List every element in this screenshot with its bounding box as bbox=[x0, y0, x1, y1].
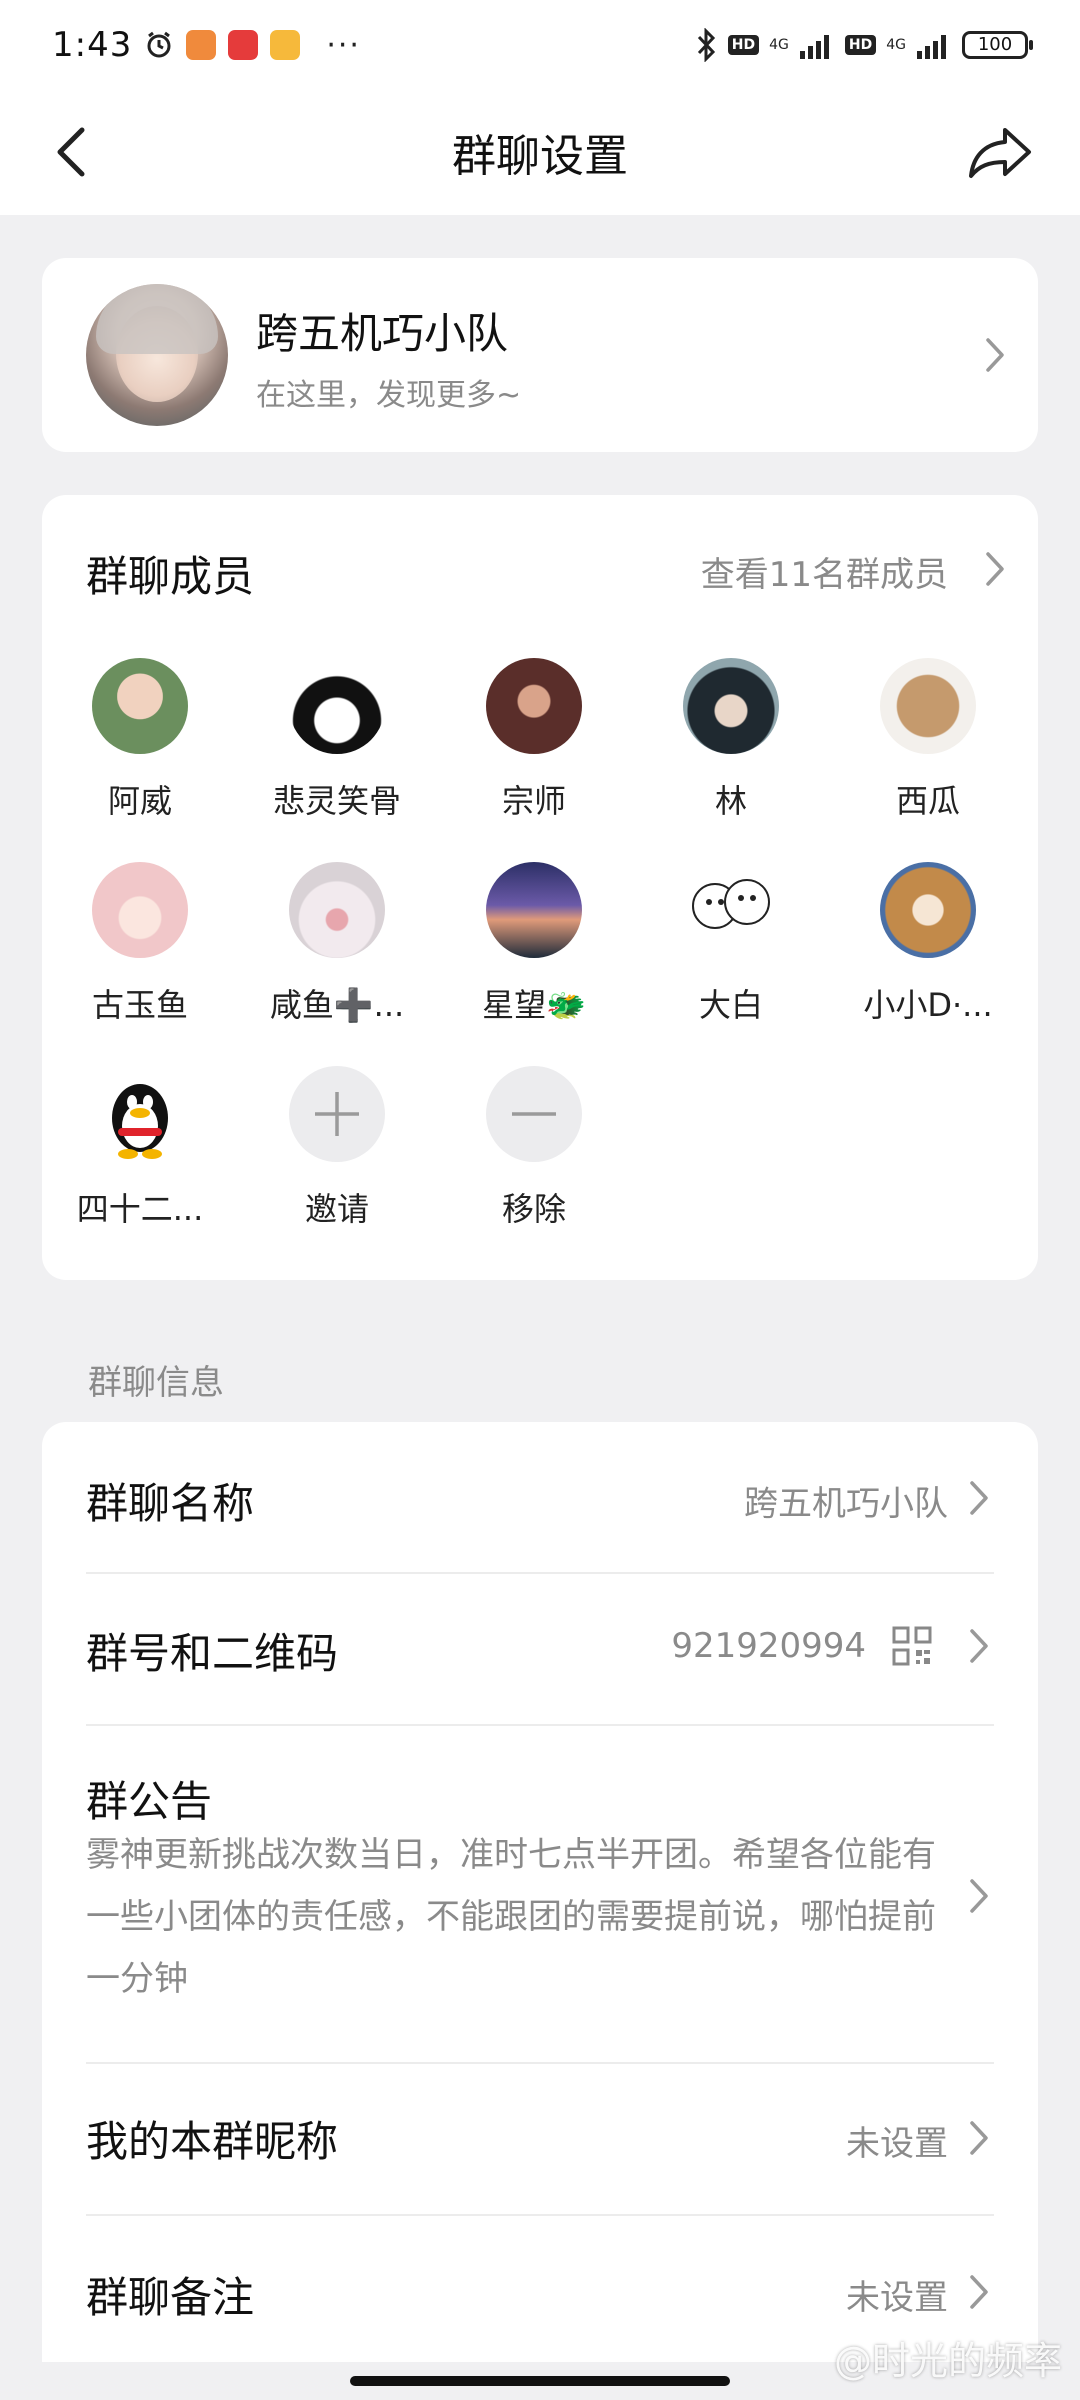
member-name: 林 bbox=[714, 782, 747, 820]
member-avatar bbox=[880, 658, 976, 754]
member-avatar bbox=[92, 862, 188, 958]
member-avatar bbox=[683, 658, 779, 754]
network-type: 4G bbox=[769, 37, 789, 53]
row-title: 群号和二维码 bbox=[86, 1629, 339, 1678]
member-avatar bbox=[683, 862, 779, 958]
member-item[interactable]: 西瓜 bbox=[830, 658, 1026, 820]
bluetooth-icon bbox=[697, 28, 715, 62]
member-avatar bbox=[289, 862, 385, 958]
member-item[interactable]: 林 bbox=[633, 658, 829, 820]
hd-badge: HD bbox=[727, 35, 760, 55]
home-indicator[interactable] bbox=[350, 2376, 730, 2386]
member-item[interactable]: 大白 bbox=[633, 862, 829, 1024]
member-name: 小小D·... bbox=[863, 986, 993, 1024]
chevron-right-icon bbox=[980, 333, 1010, 377]
chevron-right-icon bbox=[964, 1476, 994, 1520]
view-all-members-link[interactable]: 查看11名群成员 bbox=[701, 547, 948, 596]
member-name: 四十二... bbox=[76, 1190, 204, 1228]
app-notification-icon bbox=[186, 30, 217, 60]
chevron-right-icon bbox=[964, 1624, 994, 1668]
group-subtitle: 在这里，发现更多~ bbox=[256, 378, 522, 413]
member-item[interactable]: 四十二... bbox=[42, 1066, 238, 1228]
remove-icon bbox=[486, 1066, 582, 1162]
remove-label: 移除 bbox=[501, 1190, 566, 1228]
member-item[interactable]: 悲灵笑骨 bbox=[239, 658, 435, 820]
member-item[interactable]: 阿威 bbox=[42, 658, 238, 820]
member-avatar bbox=[880, 862, 976, 958]
member-item[interactable]: 古玉鱼 bbox=[42, 862, 238, 1024]
announcement-text: 雾神更新挑战次数当日，准时七点半开团。希望各位能有一些小团体的责任感，不能跟团的… bbox=[86, 1835, 936, 1999]
status-right: HD 4G HD 4G 100 bbox=[696, 28, 1033, 62]
row-title: 群聊名称 bbox=[86, 1479, 255, 1528]
page-title: 群聊设置 bbox=[452, 131, 628, 182]
my-nickname-row[interactable]: 我的本群昵称 未设置 bbox=[86, 2064, 994, 2214]
member-item[interactable]: 宗师 bbox=[436, 658, 632, 820]
signal-icon bbox=[917, 35, 946, 59]
row-value: 未设置 bbox=[846, 2124, 948, 2164]
add-icon bbox=[289, 1066, 385, 1162]
network-type: 4G bbox=[886, 37, 906, 53]
row-title: 群聊备注 bbox=[86, 2273, 255, 2322]
member-name: 星望🐲 bbox=[482, 986, 586, 1024]
group-number: 921920994 bbox=[671, 1626, 866, 1666]
share-icon bbox=[969, 128, 1031, 178]
member-avatar bbox=[486, 862, 582, 958]
status-left: 1:43 ··· bbox=[52, 25, 361, 65]
watermark: @时光的频率 bbox=[833, 2339, 1062, 2383]
member-name: 咸鱼➕... bbox=[269, 986, 405, 1024]
section-label: 群聊信息 bbox=[88, 1363, 224, 1403]
group-profile-card[interactable]: 跨五机巧小队 在这里，发现更多~ bbox=[42, 258, 1038, 452]
remove-button[interactable]: 移除 bbox=[436, 1066, 632, 1228]
chevron-right-icon bbox=[964, 1874, 994, 1918]
invite-button[interactable]: 邀请 bbox=[239, 1066, 435, 1228]
member-name: 古玉鱼 bbox=[91, 986, 188, 1024]
group-number-row[interactable]: 群号和二维码 921920994 bbox=[86, 1574, 994, 1724]
battery-icon: 100 bbox=[962, 31, 1033, 59]
invite-label: 邀请 bbox=[304, 1190, 369, 1228]
share-button[interactable] bbox=[960, 112, 1040, 192]
group-avatar bbox=[86, 284, 228, 426]
signal-icon bbox=[799, 35, 829, 59]
member-avatar bbox=[486, 658, 582, 754]
member-name: 大白 bbox=[698, 986, 763, 1024]
group-name: 跨五机巧小队 bbox=[256, 309, 509, 358]
member-name: 悲灵笑骨 bbox=[272, 782, 401, 820]
chevron-right-icon bbox=[964, 2270, 994, 2314]
member-item[interactable]: 咸鱼➕... bbox=[239, 862, 435, 1024]
announcement-row[interactable]: 群公告 雾神更新挑战次数当日，准时七点半开团。希望各位能有一些小团体的责任感，不… bbox=[86, 1726, 994, 2062]
group-info-card: 群聊名称 跨五机巧小队 群号和二维码 921920994 群公告 雾神更新挑战次… bbox=[42, 1422, 1038, 2362]
chevron-right-icon bbox=[964, 2116, 994, 2160]
alarm-icon bbox=[147, 31, 171, 58]
nav-bar: 群聊设置 bbox=[0, 90, 1080, 215]
row-title: 我的本群昵称 bbox=[86, 2117, 339, 2166]
app-notification-icon bbox=[228, 30, 259, 60]
member-name: 阿威 bbox=[107, 782, 172, 820]
group-name-row[interactable]: 群聊名称 跨五机巧小队 bbox=[86, 1422, 994, 1572]
page: 1:43 ··· HD 4G HD 4G 100 群聊设置 跨五机巧小队 在这里… bbox=[0, 0, 1080, 2400]
hd-badge: HD bbox=[844, 35, 877, 55]
member-item[interactable]: 星望🐲 bbox=[436, 862, 632, 1024]
app-notification-icon bbox=[270, 30, 301, 60]
qr-code-icon[interactable] bbox=[892, 1626, 932, 1670]
more-notifications-icon: ··· bbox=[326, 27, 361, 63]
member-name: 西瓜 bbox=[895, 782, 960, 820]
member-avatar bbox=[92, 658, 188, 754]
members-card: 群聊成员 查看11名群成员 阿威 悲灵笑骨 宗师 林 西瓜 古玉鱼 咸鱼➕...… bbox=[42, 495, 1038, 1280]
member-avatar bbox=[92, 1066, 188, 1162]
row-value: 未设置 bbox=[846, 2278, 948, 2318]
member-name: 宗师 bbox=[501, 782, 566, 820]
chevron-right-icon[interactable] bbox=[980, 547, 1010, 591]
status-time: 1:43 bbox=[52, 25, 133, 65]
status-bar: 1:43 ··· HD 4G HD 4G 100 bbox=[0, 0, 1080, 90]
member-item[interactable]: 小小D·... bbox=[830, 862, 1026, 1024]
members-title: 群聊成员 bbox=[86, 552, 255, 601]
row-value: 跨五机巧小队 bbox=[744, 1484, 948, 1524]
member-avatar bbox=[289, 658, 385, 754]
row-title: 群公告 bbox=[86, 1777, 213, 1826]
